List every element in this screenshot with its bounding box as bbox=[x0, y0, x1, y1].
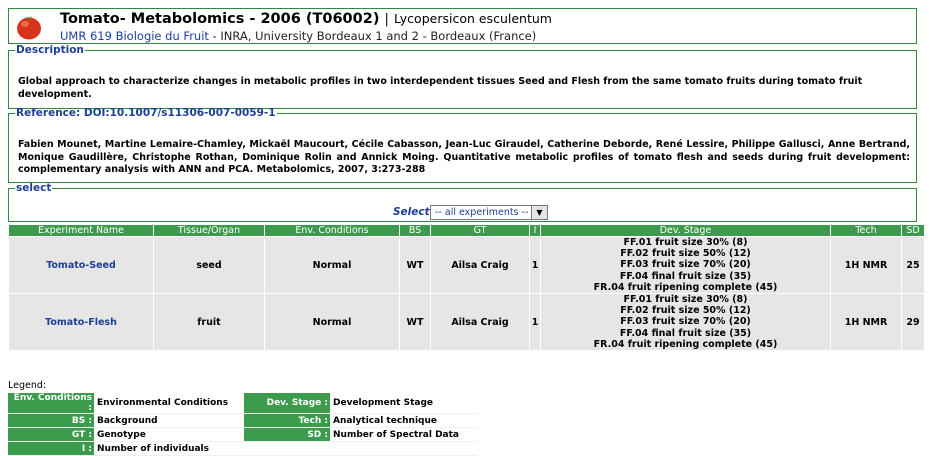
legend-key: Tech : bbox=[244, 413, 330, 428]
tech-cell: 1H NMR bbox=[831, 237, 901, 294]
legend-title: Legend: bbox=[8, 380, 47, 391]
sd-cell: 29 bbox=[902, 294, 924, 351]
legend-row: GT : Genotype SD : Number of Spectral Da… bbox=[8, 427, 477, 442]
legend-key: Env. Conditions : bbox=[8, 393, 94, 414]
reference-text: Fabien Mounet, Martine Lemaire-Chamley, … bbox=[18, 139, 910, 176]
page-title: Tomato- Metabolomics - 2006 (T06002) | L… bbox=[60, 11, 552, 27]
legend-value: Environmental Conditions bbox=[94, 393, 241, 414]
dev-stage-item: FF.04 final fruit size (35) bbox=[619, 270, 752, 282]
legend-key-empty bbox=[244, 441, 330, 456]
col-i: I bbox=[530, 225, 540, 236]
col-bs: BS bbox=[400, 225, 430, 236]
species-name: Lycopersicon esculentum bbox=[393, 11, 552, 26]
experiment-link[interactable]: Tomato-Flesh bbox=[9, 294, 153, 351]
legend-key: SD : bbox=[244, 427, 330, 442]
dev-stage-item: FR.04 fruit ripening complete (45) bbox=[593, 338, 778, 350]
tissue-cell: seed bbox=[154, 237, 264, 294]
legend-key: Dev. Stage : bbox=[244, 393, 330, 414]
i-cell: 1 bbox=[530, 237, 540, 294]
experiment-select[interactable]: -- all experiments -- ▼ bbox=[430, 205, 548, 220]
experiments-table: Experiment Name Tissue/Organ Env. Condit… bbox=[8, 224, 925, 351]
dev-stage-item: FR.04 fruit ripening complete (45) bbox=[593, 281, 778, 293]
table-row: Tomato-Seed seed Normal WT Ailsa Craig 1… bbox=[9, 237, 924, 294]
gt-cell: Ailsa Craig bbox=[431, 237, 529, 294]
legend-table: Env. Conditions : Environmental Conditio… bbox=[8, 393, 477, 456]
dev-stage-item: FF.02 fruit size 50% (12) bbox=[620, 305, 751, 317]
col-dev-stage: Dev. Stage bbox=[541, 225, 830, 236]
select-box: select Select: -- all experiments -- ▼ bbox=[8, 182, 917, 222]
select-label: Select: bbox=[393, 206, 434, 218]
legend-value: Genotype bbox=[94, 427, 241, 442]
legend-value: Background bbox=[94, 413, 241, 428]
experiment-link[interactable]: Tomato-Seed bbox=[9, 237, 153, 294]
env-cell: Normal bbox=[265, 294, 399, 351]
lab-link[interactable]: UMR 619 Biologie du Fruit bbox=[60, 29, 209, 43]
col-env-conditions: Env. Conditions bbox=[265, 225, 399, 236]
legend-row: BS : Background Tech : Analytical techni… bbox=[8, 413, 477, 428]
tech-cell: 1H NMR bbox=[831, 294, 901, 351]
col-tissue: Tissue/Organ bbox=[154, 225, 264, 236]
dev-stage-cell: FF.01 fruit size 30% (8) FF.02 fruit siz… bbox=[541, 294, 830, 351]
legend-key: I : bbox=[8, 441, 94, 456]
project-header: Tomato- Metabolomics - 2006 (T06002) | L… bbox=[8, 8, 917, 44]
legend-value: Number of Spectral Data bbox=[330, 427, 477, 442]
affiliation-text: - INRA, University Bordeaux 1 and 2 - Bo… bbox=[208, 29, 537, 43]
experiment-select-value: -- all experiments -- bbox=[435, 207, 529, 218]
dev-stage-item: FF.01 fruit size 30% (8) bbox=[623, 294, 748, 306]
description-text: Global approach to characterize changes … bbox=[18, 76, 863, 100]
dev-stage-item: FF.02 fruit size 50% (12) bbox=[620, 248, 751, 260]
dev-stage-item: FF.03 fruit size 70% (20) bbox=[620, 316, 751, 328]
select-legend: select bbox=[16, 182, 52, 194]
legend-key: GT : bbox=[8, 427, 94, 442]
bs-cell: WT bbox=[400, 294, 430, 351]
col-gt: GT bbox=[431, 225, 529, 236]
legend-row: I : Number of individuals bbox=[8, 441, 477, 456]
legend-value: Development Stage bbox=[330, 393, 477, 414]
legend-value: Analytical technique bbox=[330, 413, 477, 428]
reference-box: Reference: DOI:10.1007/s11306-007-0059-1… bbox=[8, 107, 917, 183]
legend-row: Env. Conditions : Environmental Conditio… bbox=[8, 393, 477, 414]
sd-cell: 25 bbox=[902, 237, 924, 294]
dev-stage-item: FF.03 fruit size 70% (20) bbox=[620, 259, 751, 271]
legend-key: BS : bbox=[8, 413, 94, 428]
col-experiment-name: Experiment Name bbox=[9, 225, 153, 236]
tissue-cell: fruit bbox=[154, 294, 264, 351]
legend-value-empty bbox=[330, 441, 477, 456]
col-tech: Tech bbox=[831, 225, 901, 236]
title-separator: | bbox=[384, 12, 389, 27]
tomato-icon bbox=[17, 15, 41, 40]
project-title: Tomato- Metabolomics - 2006 (T06002) bbox=[60, 11, 380, 27]
description-legend: Description bbox=[16, 44, 84, 56]
legend-value: Number of individuals bbox=[94, 441, 241, 456]
dev-stage-item: FF.04 final fruit size (35) bbox=[619, 327, 752, 339]
env-cell: Normal bbox=[265, 237, 399, 294]
reference-legend[interactable]: Reference: DOI:10.1007/s11306-007-0059-1 bbox=[15, 107, 277, 119]
description-box: Description Global approach to character… bbox=[8, 44, 917, 109]
table-row: Tomato-Flesh fruit Normal WT Ailsa Craig… bbox=[9, 294, 924, 351]
i-cell: 1 bbox=[530, 294, 540, 351]
dev-stage-item: FF.01 fruit size 30% (8) bbox=[623, 237, 748, 248]
table-header-row: Experiment Name Tissue/Organ Env. Condit… bbox=[9, 225, 924, 236]
affiliation-line: UMR 619 Biologie du Fruit - INRA, Univer… bbox=[60, 29, 536, 43]
chevron-down-icon[interactable]: ▼ bbox=[531, 206, 547, 219]
bs-cell: WT bbox=[400, 237, 430, 294]
gt-cell: Ailsa Craig bbox=[431, 294, 529, 351]
col-sd: SD bbox=[902, 225, 924, 236]
dev-stage-cell: FF.01 fruit size 30% (8) FF.02 fruit siz… bbox=[541, 237, 830, 294]
